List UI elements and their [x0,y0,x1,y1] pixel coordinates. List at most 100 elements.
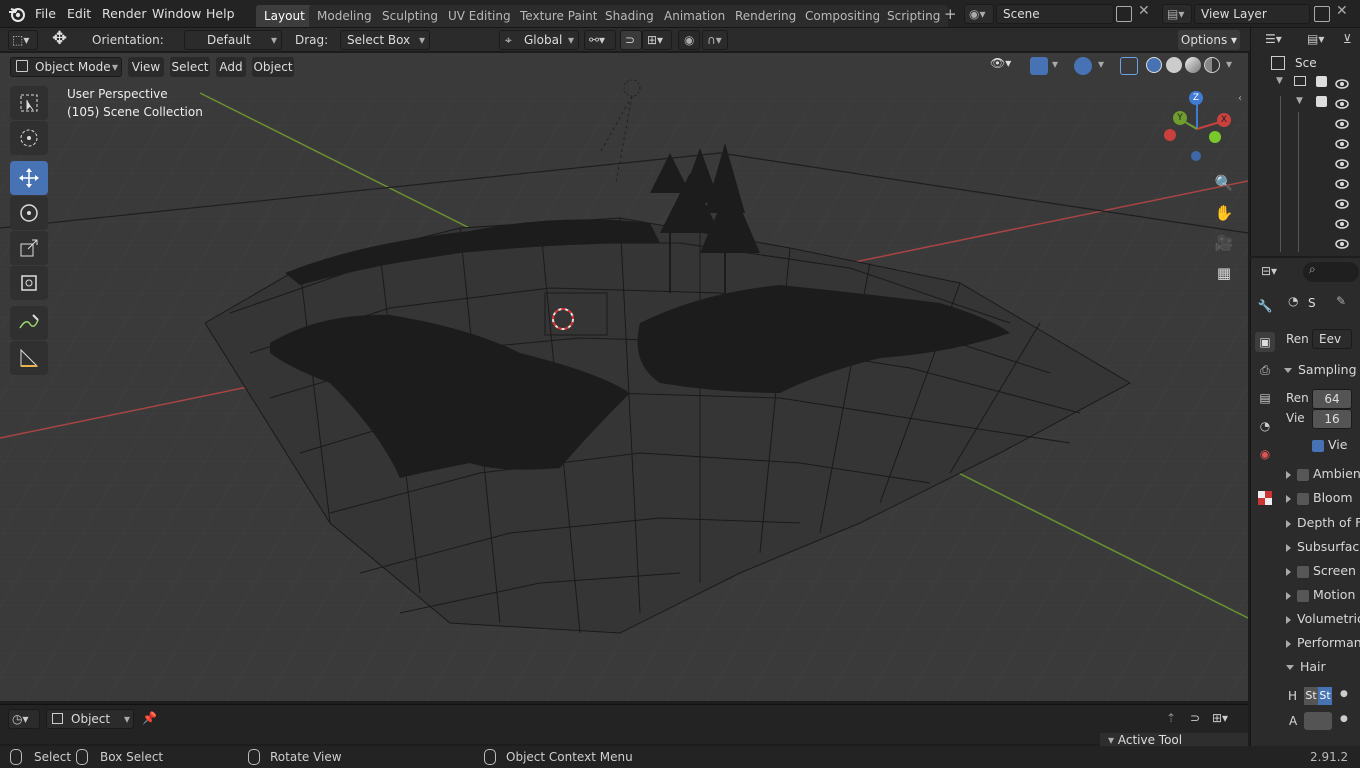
tab-layout[interactable]: Layout [256,5,313,27]
wireframe-shading-icon[interactable] [1146,57,1162,73]
gizmo-neg-y[interactable] [1209,131,1221,143]
pan-hand-icon[interactable]: ✋ [1212,201,1236,225]
viewport-denoise-checkbox[interactable]: Vie [1312,437,1360,459]
rendered-shading-icon[interactable] [1204,57,1220,73]
move-tool-icon[interactable]: ✥ [52,28,67,49]
eye-icon[interactable] [1335,198,1349,209]
view-layer-selector-icon[interactable]: ▤▾ [1162,4,1192,24]
camera-view-icon[interactable]: 🎥 [1212,231,1236,255]
pin-icon[interactable]: ✎ [1336,294,1346,308]
tab-uv-editing[interactable]: UV Editing [440,5,519,27]
rotate-tool[interactable] [10,196,48,230]
solid-shading-icon[interactable] [1166,57,1182,73]
menu-render[interactable]: Render [102,6,147,21]
snap-target-icon[interactable]: ⊞▾ [642,30,672,50]
gizmo-neg-x[interactable] [1164,129,1176,141]
options-dropdown[interactable]: Options ▾ [1178,30,1240,50]
gizmo-neg-z[interactable] [1191,151,1201,161]
filter-icon[interactable]: ⊻ [1343,32,1352,46]
outliner-editor-icon[interactable]: ☰▾ [1265,32,1282,46]
delete-view-layer-icon[interactable]: ✕ [1336,3,1348,19]
orientation-dropdown[interactable]: Default ▾ [184,30,282,50]
render-tab-icon[interactable]: ▣ [1255,332,1275,352]
panel-depth-of-field[interactable]: Depth of Fi [1286,515,1360,537]
pin-icon[interactable]: 📌 [142,711,157,725]
eye-icon[interactable] [1335,158,1349,169]
move-tool[interactable] [10,161,48,195]
blender-logo-icon[interactable] [8,6,26,22]
snap-toggle-icon[interactable]: ⊃ [620,30,642,50]
falloff-icon[interactable]: ∩▾ [702,30,728,50]
overlays-dropdown-icon[interactable]: ▾ [1098,57,1104,71]
strip-option[interactable]: St [1318,687,1332,705]
gizmo-y-axis[interactable]: Y [1173,111,1187,125]
snap-icon[interactable]: ⊃ [1190,711,1200,725]
menu-help[interactable]: Help [206,6,235,21]
tab-animation[interactable]: Animation [656,5,734,27]
editor-type-icon[interactable]: ◷▾ [8,709,40,729]
panel-sampling-header[interactable]: Sampling [1284,362,1360,384]
panel-volumetrics[interactable]: Volumetric [1286,611,1360,633]
select-tool-dropdown[interactable]: ⬚▾ [8,30,38,50]
view-menu[interactable]: View [128,57,164,77]
properties-search-input[interactable]: ⌕ [1303,262,1359,282]
overlays-toggle-icon[interactable] [1074,57,1092,75]
tab-shading[interactable]: Shading [597,5,662,27]
new-scene-icon[interactable] [1116,6,1132,22]
collection-checkbox[interactable] [1316,76,1327,87]
tab-sculpting[interactable]: Sculpting [374,5,447,27]
active-tool-panel[interactable]: ▾ Active Tool [1100,733,1248,747]
snap-options-icon[interactable]: ⊞▾ [1212,711,1228,725]
menu-edit[interactable]: Edit [67,6,91,21]
navigation-gizmo[interactable]: Z X Y [1160,89,1236,165]
panel-motion-blur[interactable]: Motion [1286,587,1360,609]
output-tab-icon[interactable]: ⎙ [1255,360,1275,380]
render-samples-field[interactable]: 64 [1312,389,1352,409]
panel-hair[interactable]: Hair [1286,659,1360,681]
world-tab-icon[interactable]: ◉ [1255,444,1275,464]
expand-arrow-icon[interactable]: ▼ [1276,76,1283,86]
panel-performance[interactable]: Performan [1286,635,1360,657]
gizmo-toggle-icon[interactable] [1030,57,1048,75]
scene-name-field[interactable]: Scene [996,4,1114,24]
measure-tool[interactable] [10,341,48,375]
zoom-icon[interactable]: 🔍 [1212,171,1236,195]
eye-icon[interactable] [1335,178,1349,189]
add-workspace-icon[interactable]: + [944,5,957,23]
strand-option[interactable]: St [1304,687,1318,705]
gizmo-dropdown-icon[interactable]: ▾ [1052,57,1058,71]
gizmo-x-axis[interactable]: X [1217,113,1231,127]
panel-ambient-occlusion[interactable]: Ambien [1286,466,1360,488]
sidebar-expand-icon[interactable]: ‹ [1238,93,1242,104]
material-shading-icon[interactable] [1185,57,1201,73]
menu-file[interactable]: File [35,6,56,21]
tab-compositing[interactable]: Compositing [797,5,889,27]
xray-toggle-icon[interactable] [1120,57,1138,75]
hair-additional-field[interactable] [1304,712,1332,730]
new-view-layer-icon[interactable] [1314,6,1330,22]
transform-orientation-dropdown[interactable]: ⌖ Global ▾ [499,30,579,50]
viewport-samples-field[interactable]: 16 [1312,409,1352,429]
select-menu[interactable]: Select [170,57,210,77]
scale-tool[interactable] [10,231,48,265]
eye-icon[interactable] [1335,118,1349,129]
render-engine-dropdown[interactable]: Eev [1312,329,1352,349]
properties-editor-icon[interactable]: ⊟▾ [1261,264,1277,278]
expand-arrow-icon[interactable]: ▼ [1296,96,1303,106]
mode-dropdown[interactable]: Object Mode ▾ [10,57,122,77]
scene-selector-icon[interactable]: ◉▾ [964,4,994,24]
eye-icon[interactable] [1335,138,1349,149]
view-layer-tab-icon[interactable]: ▤ [1255,388,1275,408]
eye-icon[interactable] [1335,238,1349,249]
panel-screen-space-reflections[interactable]: Screen [1286,563,1360,585]
shading-dropdown-icon[interactable]: ▾ [1226,57,1232,71]
menu-window[interactable]: Window [152,6,201,21]
view-layer-name-field[interactable]: View Layer [1194,4,1310,24]
transform-tool[interactable] [10,266,48,300]
texture-tab-icon[interactable] [1255,488,1275,508]
eye-icon[interactable] [1335,218,1349,229]
select-box-tool[interactable] [10,86,48,120]
delete-scene-icon[interactable]: ✕ [1138,3,1150,19]
add-menu[interactable]: Add [216,57,246,77]
sub-collection-checkbox[interactable] [1316,96,1327,107]
